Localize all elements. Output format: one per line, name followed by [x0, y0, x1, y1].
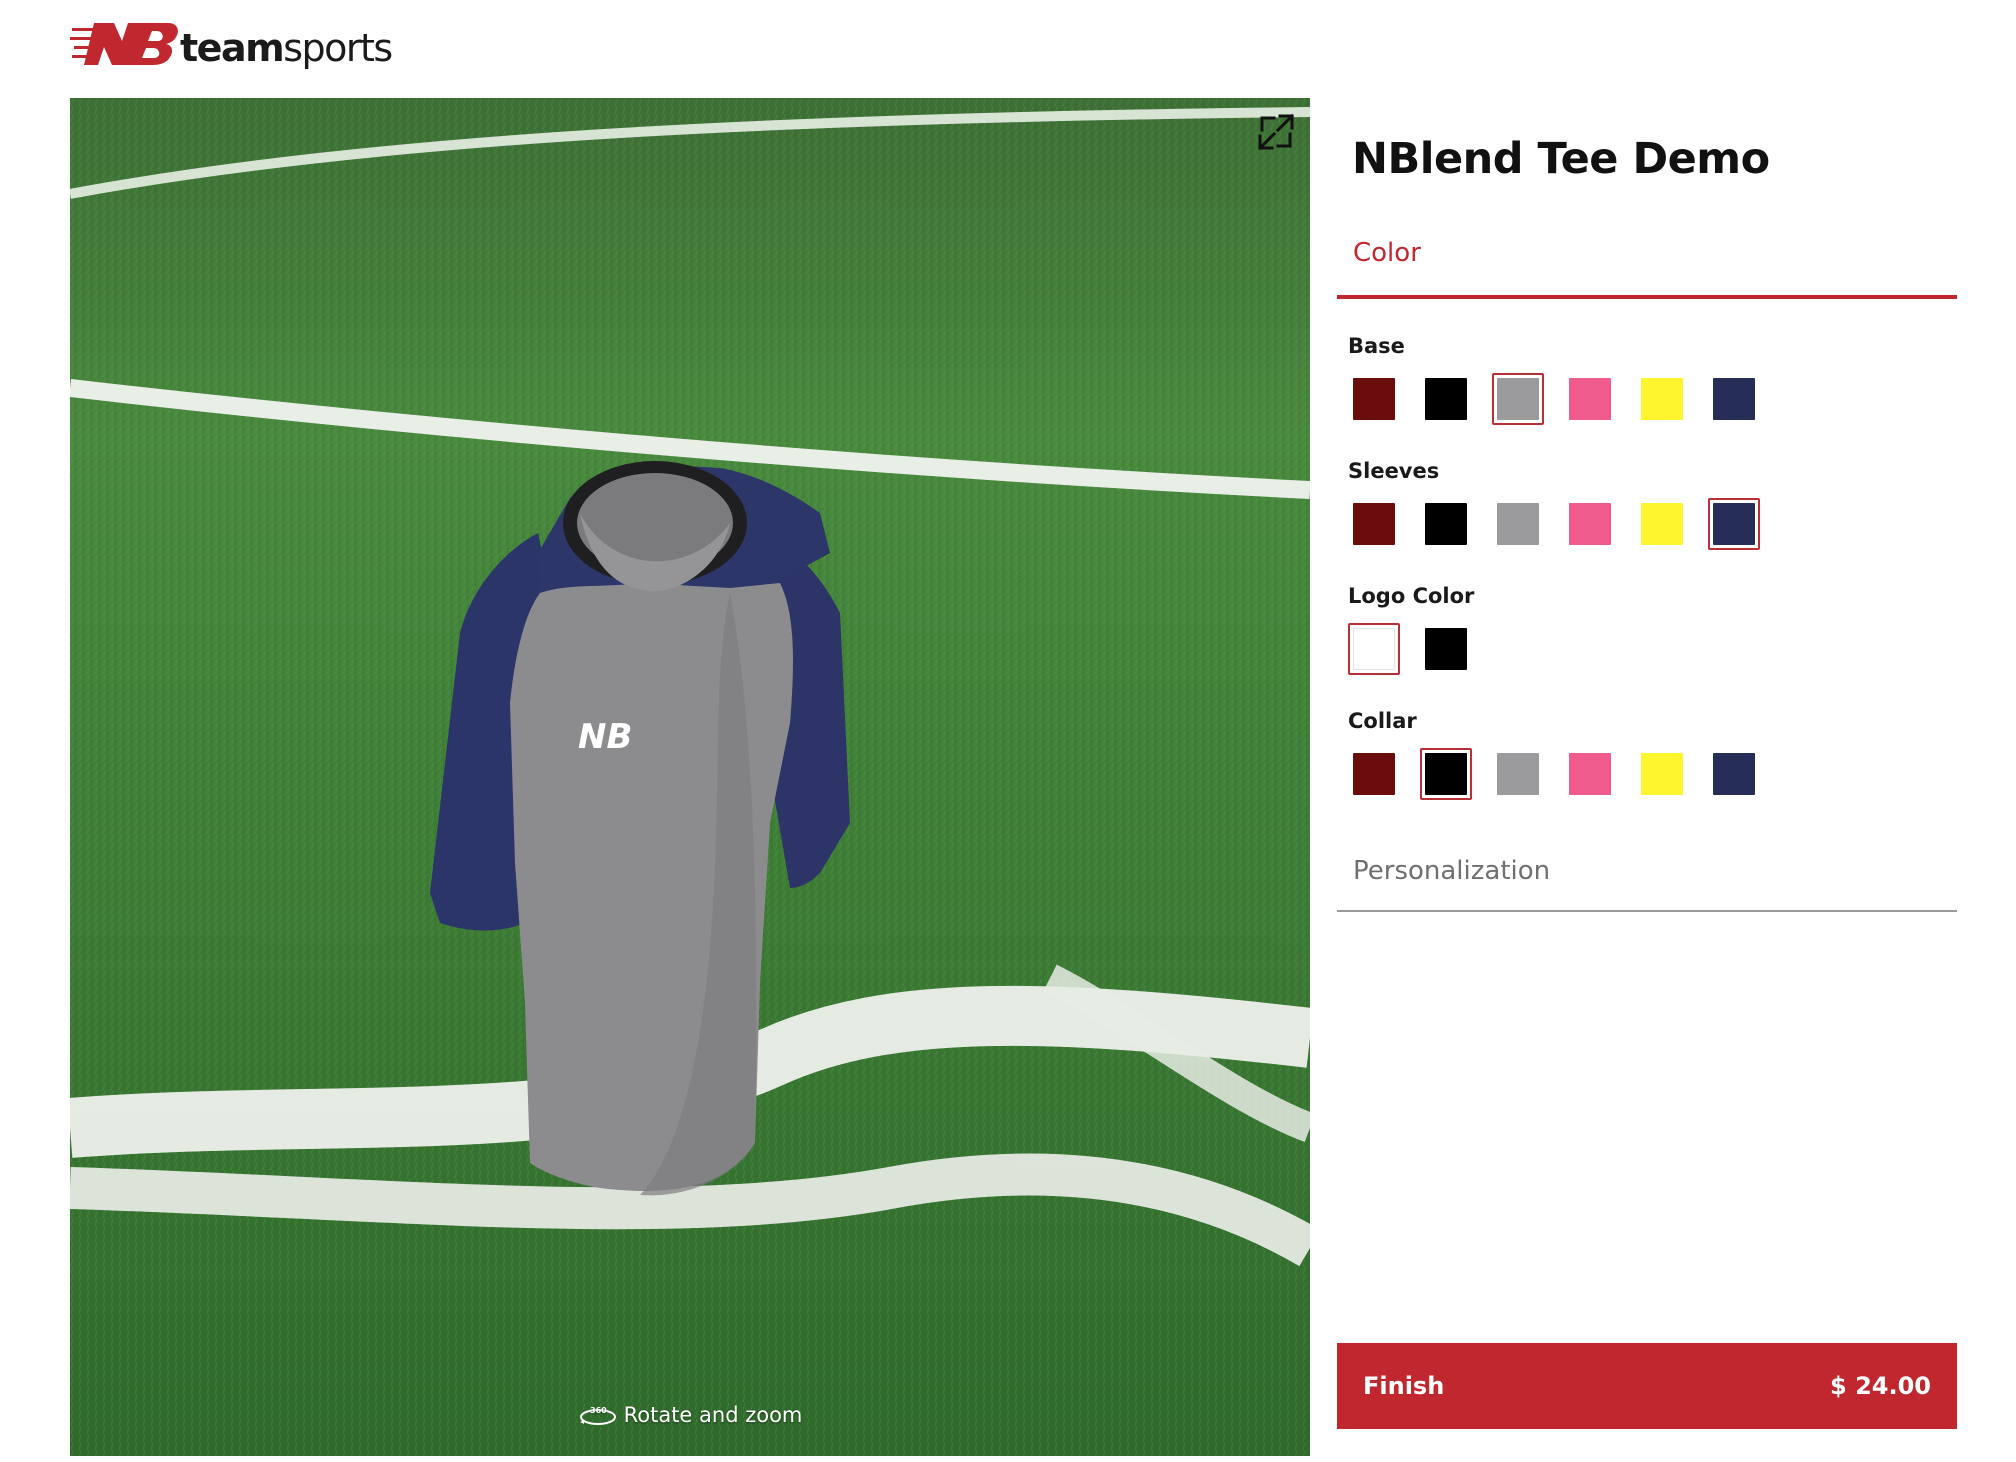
swatch-base-2[interactable]	[1420, 373, 1472, 425]
swatch-sleeves-1[interactable]	[1348, 498, 1400, 550]
brand-name-bold: team	[180, 26, 285, 70]
swatch-collar-5[interactable]	[1636, 748, 1688, 800]
swatch-color	[1353, 378, 1395, 420]
shirt-logo: NB	[578, 717, 632, 757]
swatch-color	[1497, 503, 1539, 545]
group-label-sleeves: Sleeves	[1348, 459, 1440, 483]
product-3d-viewer[interactable]: NB 360 Rotate and zoom	[70, 98, 1310, 1456]
rotate-zoom-hint: 360 Rotate and zoom	[70, 1402, 1310, 1428]
swatch-color	[1641, 753, 1683, 795]
tab-personalization-divider	[1337, 910, 1957, 912]
group-label-collar: Collar	[1348, 709, 1417, 733]
swatch-row-logo-color	[1348, 623, 1472, 675]
swatch-row-base	[1348, 373, 1760, 425]
swatch-color	[1569, 753, 1611, 795]
swatch-row-collar	[1348, 748, 1760, 800]
swatch-collar-2[interactable]	[1420, 748, 1472, 800]
brand-name-regular: sports	[283, 26, 393, 70]
swatch-base-5[interactable]	[1636, 373, 1688, 425]
swatch-sleeves-6[interactable]	[1708, 498, 1760, 550]
swatch-base-3[interactable]	[1492, 373, 1544, 425]
brand-logo[interactable]: teamsports	[70, 12, 393, 76]
swatch-collar-6[interactable]	[1708, 748, 1760, 800]
swatch-base-1[interactable]	[1348, 373, 1400, 425]
group-label-logo-color: Logo Color	[1348, 584, 1475, 608]
tab-color-underline	[1337, 295, 1957, 299]
tab-personalization[interactable]: Personalization	[1353, 856, 1550, 886]
360-rotate-icon: 360	[579, 1406, 616, 1425]
swatch-color	[1425, 753, 1467, 795]
expand-icon	[1257, 113, 1295, 151]
swatch-sleeves-3[interactable]	[1492, 498, 1544, 550]
nb-logo-icon	[70, 23, 178, 65]
swatch-row-sleeves	[1348, 498, 1760, 550]
svg-text:360: 360	[590, 1406, 607, 1415]
swatch-base-4[interactable]	[1564, 373, 1616, 425]
swatch-color	[1713, 378, 1755, 420]
swatch-color	[1569, 378, 1611, 420]
price-label: $ 24.00	[1830, 1372, 1931, 1400]
rotate-zoom-label: Rotate and zoom	[623, 1403, 803, 1427]
tab-color[interactable]: Color	[1353, 238, 1421, 268]
swatch-logo-color-2[interactable]	[1420, 623, 1472, 675]
swatch-collar-3[interactable]	[1492, 748, 1544, 800]
product-title: NBlend Tee Demo	[1352, 134, 1770, 184]
brand-name: teamsports	[180, 18, 393, 70]
swatch-base-6[interactable]	[1708, 373, 1760, 425]
swatch-color	[1497, 753, 1539, 795]
group-label-base: Base	[1348, 334, 1405, 358]
swatch-collar-1[interactable]	[1348, 748, 1400, 800]
swatch-collar-4[interactable]	[1564, 748, 1616, 800]
swatch-color	[1713, 753, 1755, 795]
swatch-color	[1425, 503, 1467, 545]
customizer-panel: NBlend Tee Demo Color Base Sleeves Logo …	[1337, 98, 1957, 1429]
swatch-sleeves-5[interactable]	[1636, 498, 1688, 550]
finish-button-label: Finish	[1363, 1372, 1445, 1400]
expand-fullscreen-button[interactable]	[1254, 110, 1298, 154]
tshirt-3d-model: NB	[430, 461, 850, 1196]
swatch-color	[1353, 628, 1395, 670]
swatch-logo-color-1[interactable]	[1348, 623, 1400, 675]
swatch-sleeves-2[interactable]	[1420, 498, 1472, 550]
swatch-color	[1425, 628, 1467, 670]
swatch-sleeves-4[interactable]	[1564, 498, 1616, 550]
swatch-color	[1497, 378, 1539, 420]
finish-button[interactable]: Finish $ 24.00	[1337, 1343, 1957, 1429]
swatch-color	[1641, 503, 1683, 545]
swatch-color	[1353, 753, 1395, 795]
swatch-color	[1353, 503, 1395, 545]
swatch-color	[1713, 503, 1755, 545]
swatch-color	[1569, 503, 1611, 545]
swatch-color	[1425, 378, 1467, 420]
swatch-color	[1641, 378, 1683, 420]
